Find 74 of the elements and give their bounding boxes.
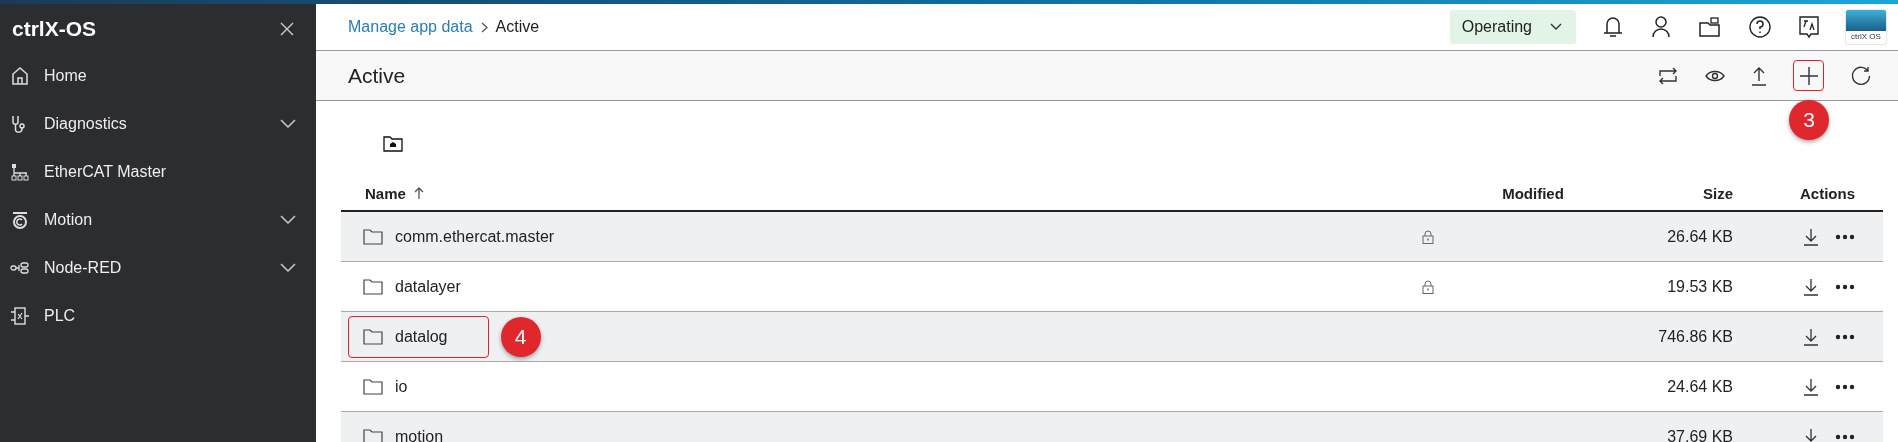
folder-icon: [363, 428, 383, 442]
file-size: 24.64 KB: [1667, 377, 1733, 396]
nav-label: Diagnostics: [44, 115, 127, 133]
home-icon: [10, 66, 30, 86]
file-name: comm.ethercat.master: [395, 227, 555, 246]
help-icon[interactable]: [1748, 15, 1772, 39]
file-name: datalayer: [395, 277, 461, 296]
nav-label: Home: [44, 67, 87, 85]
folder-icon: [363, 228, 383, 245]
nav-label: Motion: [44, 211, 93, 229]
column-header[interactable]: Name: [365, 184, 406, 202]
app-logo: ctrlX OS: [1846, 10, 1886, 44]
more-icon[interactable]: [1835, 333, 1855, 340]
nav-item[interactable]: Node-RED: [0, 244, 316, 292]
file-size: 19.53 KB: [1667, 277, 1733, 296]
chevron-right-icon: [480, 21, 488, 33]
nav-item[interactable]: Diagnostics: [0, 100, 316, 148]
network-icon: [10, 162, 30, 182]
nav-item[interactable]: PLC: [0, 292, 316, 340]
file-name: motion: [395, 427, 444, 442]
user-icon[interactable]: [1650, 15, 1672, 39]
file-size: 746.86 KB: [1658, 327, 1733, 346]
page-title: Active: [348, 63, 406, 88]
file-size: 26.64 KB: [1667, 227, 1733, 246]
translate-icon[interactable]: [1798, 15, 1820, 39]
breadcrumb-current: Active: [495, 18, 540, 36]
step-badge: 3: [1789, 100, 1829, 140]
chevron-down-icon[interactable]: [280, 263, 296, 273]
refresh-icon[interactable]: [1850, 64, 1872, 87]
add-button[interactable]: [1793, 60, 1824, 91]
column-header[interactable]: Size: [1703, 184, 1733, 202]
download-icon[interactable]: [1803, 427, 1819, 442]
table-row[interactable]: motion 37.69 KB: [341, 412, 1883, 442]
eye-icon[interactable]: [1705, 68, 1725, 83]
nav-item[interactable]: Home: [0, 52, 316, 100]
swap-icon[interactable]: [1657, 65, 1679, 86]
file-name: io: [395, 377, 408, 396]
nav-label: Node-RED: [44, 259, 122, 277]
column-header[interactable]: Modified: [1502, 184, 1564, 202]
download-icon[interactable]: [1803, 327, 1819, 346]
nav-item[interactable]: EtherCAT Master: [0, 148, 316, 196]
folder-icon: [363, 278, 383, 295]
download-icon[interactable]: [1803, 377, 1819, 396]
plus-icon: [1798, 65, 1819, 86]
more-icon[interactable]: [1835, 433, 1855, 440]
column-header[interactable]: Actions: [1800, 184, 1855, 202]
bell-icon[interactable]: [1602, 15, 1624, 39]
app-title: ctrlX-OS: [12, 17, 97, 41]
download-icon[interactable]: [1803, 277, 1819, 296]
nav-label: EtherCAT Master: [44, 163, 167, 181]
folder-icon: [363, 378, 383, 395]
nav-label: PLC: [44, 307, 76, 325]
state-dropdown[interactable]: Operating: [1449, 10, 1576, 44]
breadcrumb-link[interactable]: Manage app data: [348, 18, 473, 36]
more-icon[interactable]: [1835, 233, 1855, 240]
more-icon[interactable]: [1835, 283, 1855, 290]
file-name: datalog: [395, 327, 448, 346]
close-icon[interactable]: [280, 22, 294, 36]
upload-icon[interactable]: [1751, 65, 1767, 86]
nav-item[interactable]: Motion: [0, 196, 316, 244]
home-folder-icon[interactable]: [383, 135, 403, 152]
folder-icon: [363, 328, 383, 345]
chevron-down-icon[interactable]: [280, 215, 296, 225]
logic-gate-icon: [10, 306, 30, 326]
download-icon[interactable]: [1803, 227, 1819, 246]
folder-icon[interactable]: [1698, 16, 1722, 38]
chevron-down-icon[interactable]: [280, 119, 296, 129]
caret-icon: [1550, 23, 1562, 31]
more-icon[interactable]: [1835, 383, 1855, 390]
table-row[interactable]: datalog 4 746.86 KB: [341, 312, 1883, 362]
step-badge: 4: [500, 316, 541, 357]
file-size: 37.69 KB: [1667, 427, 1733, 442]
motion-icon: [10, 210, 30, 230]
table-row[interactable]: comm.ethercat.master 26.64 KB: [341, 212, 1883, 262]
